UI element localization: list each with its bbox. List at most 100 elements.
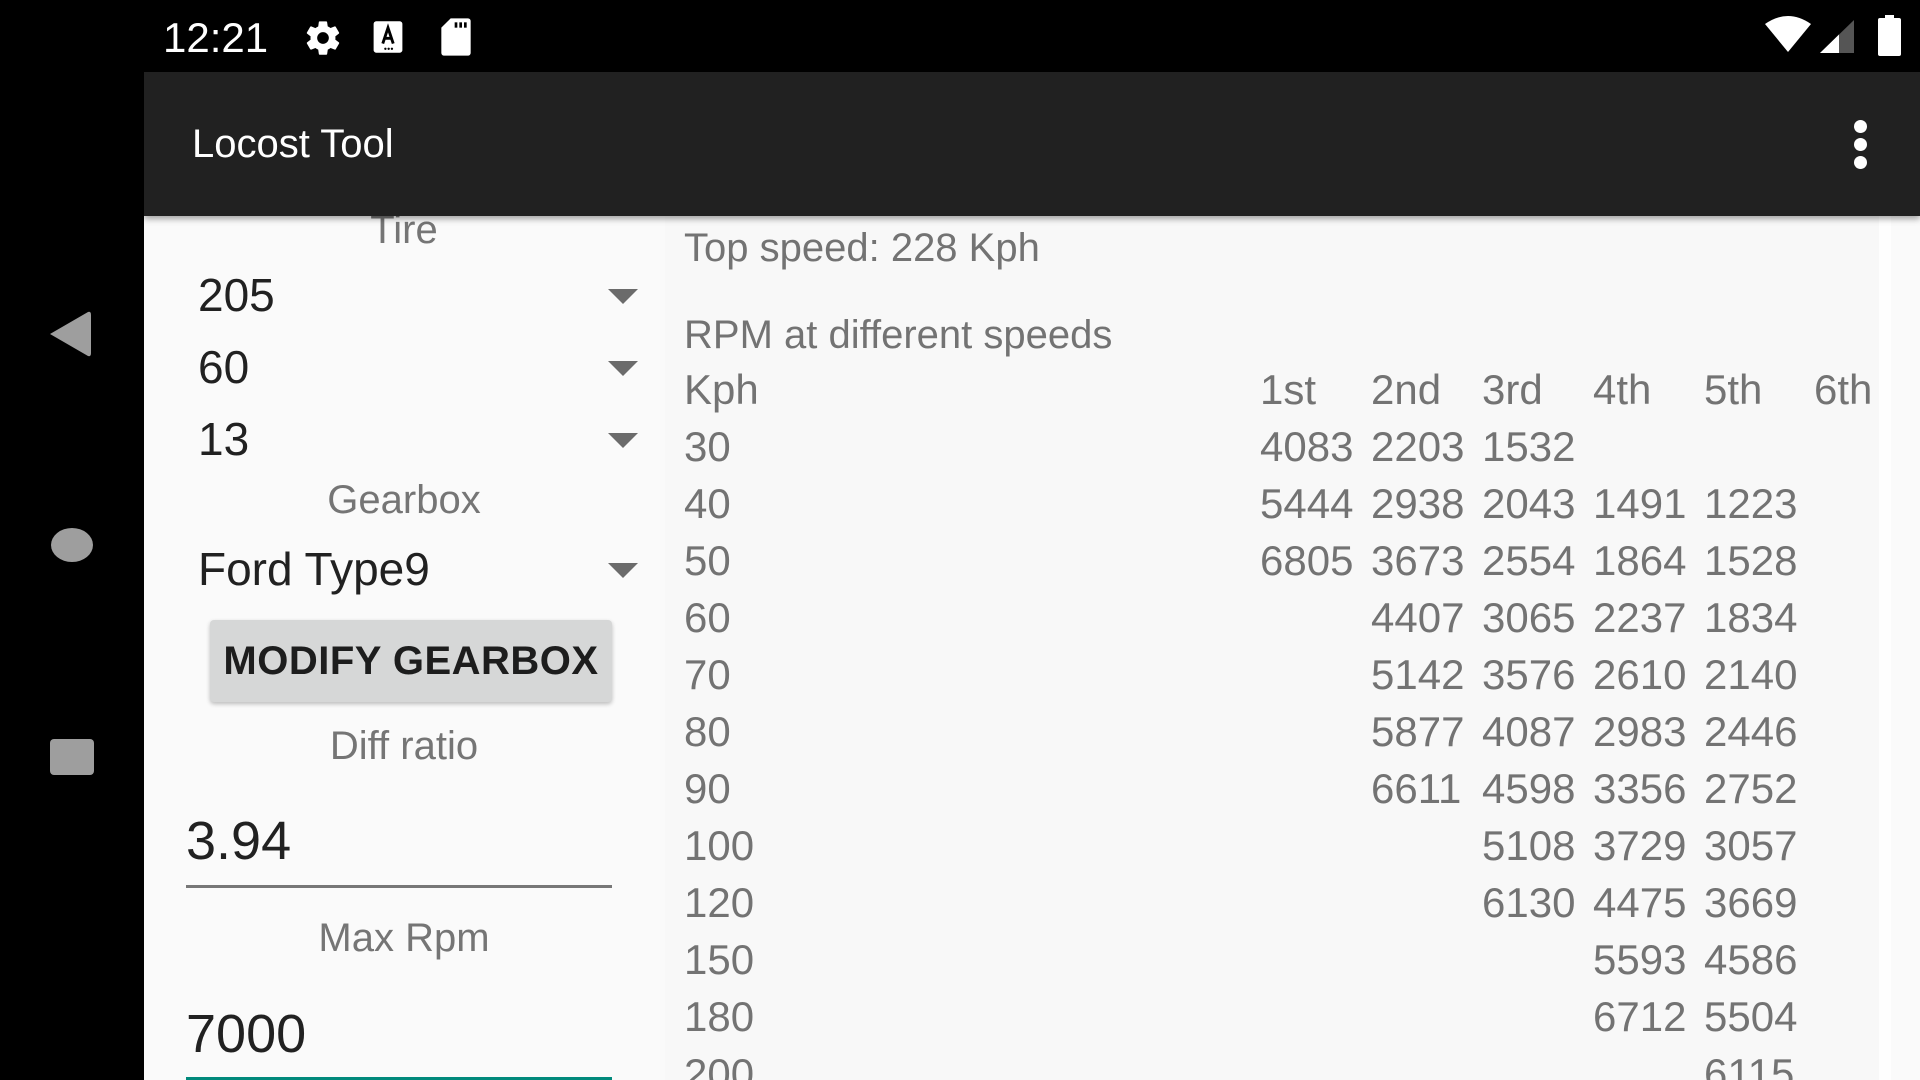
recents-button[interactable] — [49, 738, 95, 784]
diff-ratio-input[interactable]: 3.94 — [186, 808, 612, 888]
tire-width-value: 205 — [198, 269, 275, 321]
rpm-cell: 6805 — [1260, 537, 1354, 584]
dropdown-arrow-icon — [608, 289, 638, 304]
table-row: 80 5877 4087 2983 2446 — [684, 708, 1884, 765]
rpm-cell: 1528 — [1704, 537, 1798, 584]
modify-gearbox-button[interactable]: MODIFY GEARBOX — [210, 620, 612, 702]
kph-cell: 90 — [684, 765, 731, 812]
diff-ratio-value: 3.94 — [186, 811, 292, 871]
table-row: 180 6712 5504 — [684, 993, 1884, 1050]
gearbox-spinner[interactable]: Ford Type9 — [198, 534, 646, 604]
tire-profile-spinner[interactable]: 60 — [198, 332, 646, 402]
header-gear-2: 2nd — [1371, 366, 1442, 413]
table-row: 40 5444 2938 2043 1491 1223 — [684, 480, 1884, 537]
table-row: 150 5593 4586 — [684, 936, 1884, 993]
rpm-cell: 5142 — [1371, 651, 1465, 698]
rpm-cell: 2983 — [1593, 708, 1687, 755]
a-notification-icon — [373, 21, 403, 53]
more-options-button[interactable] — [1840, 112, 1880, 176]
rpm-cell: 3065 — [1482, 594, 1576, 641]
rpm-cell: 1223 — [1704, 480, 1798, 527]
header-gear-6: 6th — [1814, 366, 1873, 413]
rpm-cell: 3356 — [1593, 765, 1687, 812]
rpm-cell: 2043 — [1482, 480, 1576, 527]
more-vert-icon-dot — [1853, 119, 1867, 133]
kph-cell: 40 — [684, 480, 731, 527]
header-kph: Kph — [684, 366, 759, 413]
more-vert-icon-dot — [1853, 155, 1867, 169]
rpm-cell: 2554 — [1482, 537, 1576, 584]
kph-cell: 80 — [684, 708, 731, 755]
kph-cell: 200 — [684, 1050, 755, 1080]
rpm-cell: 3669 — [1704, 879, 1798, 926]
table-row: 60 4407 3065 2237 1834 — [684, 594, 1884, 651]
rpm-heading: RPM at different speeds — [684, 313, 1113, 357]
table-row: 100 5108 3729 3057 — [684, 822, 1884, 879]
tire-label: Tire — [370, 216, 438, 252]
kph-cell: 50 — [684, 537, 731, 584]
sd-card-icon — [441, 18, 471, 56]
rpm-cell: 3057 — [1704, 822, 1798, 869]
rpm-cell: 4083 — [1260, 423, 1354, 470]
status-bar: 12:21 — [0, 0, 1920, 72]
gearbox-value: Ford Type9 — [198, 543, 430, 595]
rpm-cell: 4407 — [1371, 594, 1465, 641]
rpm-cell: 5593 — [1593, 936, 1687, 983]
rpm-cell: 5504 — [1704, 993, 1798, 1040]
content-area: Tire 205 60 13 Gearbox Ford Type9 MODIFY… — [144, 216, 1920, 1080]
kph-cell: 30 — [684, 423, 731, 470]
rpm-cell: 3729 — [1593, 822, 1687, 869]
gear-icon — [306, 21, 340, 55]
rpm-cell: 5108 — [1482, 822, 1576, 869]
navigation-bar — [0, 72, 144, 1080]
wifi-icon — [1765, 16, 1811, 52]
battery-icon — [1878, 15, 1901, 56]
kph-cell: 100 — [684, 822, 755, 869]
header-gear-3: 3rd — [1482, 366, 1543, 413]
signal-icon — [1820, 20, 1854, 53]
dropdown-arrow-icon — [608, 361, 638, 376]
rpm-cell: 1532 — [1482, 423, 1576, 470]
kph-cell: 120 — [684, 879, 755, 926]
rpm-cell: 3576 — [1482, 651, 1576, 698]
rpm-cell: 4586 — [1704, 936, 1798, 983]
header-gear-5: 5th — [1704, 366, 1763, 413]
rpm-cell: 1864 — [1593, 537, 1687, 584]
home-button[interactable] — [50, 523, 94, 567]
more-vert-icon-dot — [1853, 137, 1867, 151]
rpm-cell: 5877 — [1371, 708, 1465, 755]
dropdown-arrow-icon — [608, 433, 638, 448]
rpm-cell: 4475 — [1593, 879, 1687, 926]
tire-profile-value: 60 — [198, 341, 250, 393]
max-rpm-value: 7000 — [186, 1004, 307, 1064]
input-underline — [186, 885, 612, 888]
max-rpm-input[interactable]: 7000 — [186, 1001, 612, 1080]
rpm-table-header: Kph 1st 2nd 3rd 4th 5th 6th — [684, 366, 1884, 423]
rpm-cell: 6130 — [1482, 879, 1576, 926]
rpm-cell: 2938 — [1371, 480, 1465, 527]
dropdown-arrow-icon — [608, 563, 638, 578]
table-row: 50 6805 3673 2554 1864 1528 — [684, 537, 1884, 594]
header-gear-4: 4th — [1593, 366, 1652, 413]
tire-rim-spinner[interactable]: 13 — [198, 404, 646, 474]
rpm-cell: 2140 — [1704, 651, 1798, 698]
rpm-table: Kph 1st 2nd 3rd 4th 5th 6th 30 4083 2203 1532 40 54… — [684, 366, 1884, 1080]
kph-cell: 180 — [684, 993, 755, 1040]
status-time: 12:21 — [163, 14, 269, 61]
rpm-cell: 2203 — [1371, 423, 1465, 470]
rpm-cell: 4598 — [1482, 765, 1576, 812]
rpm-cell: 4087 — [1482, 708, 1576, 755]
table-row: 70 5142 3576 2610 2140 — [684, 651, 1884, 708]
rpm-cell: 3673 — [1371, 537, 1465, 584]
kph-cell: 150 — [684, 936, 755, 983]
table-row: 30 4083 2203 1532 — [684, 423, 1884, 480]
table-row: 200 6115 — [684, 1050, 1884, 1080]
back-button[interactable] — [48, 308, 92, 360]
tire-width-spinner[interactable]: 205 — [198, 260, 646, 330]
rpm-cell: 2446 — [1704, 708, 1798, 755]
rpm-cell: 6712 — [1593, 993, 1687, 1040]
header-gear-1: 1st — [1260, 366, 1317, 413]
rpm-cell: 2237 — [1593, 594, 1687, 641]
results-panel: Top speed: 228 Kph RPM at different spee… — [665, 216, 1879, 1080]
screen: 12:21 Locost Tool Tire 205 60 13 Gearbox… — [0, 0, 1920, 1080]
